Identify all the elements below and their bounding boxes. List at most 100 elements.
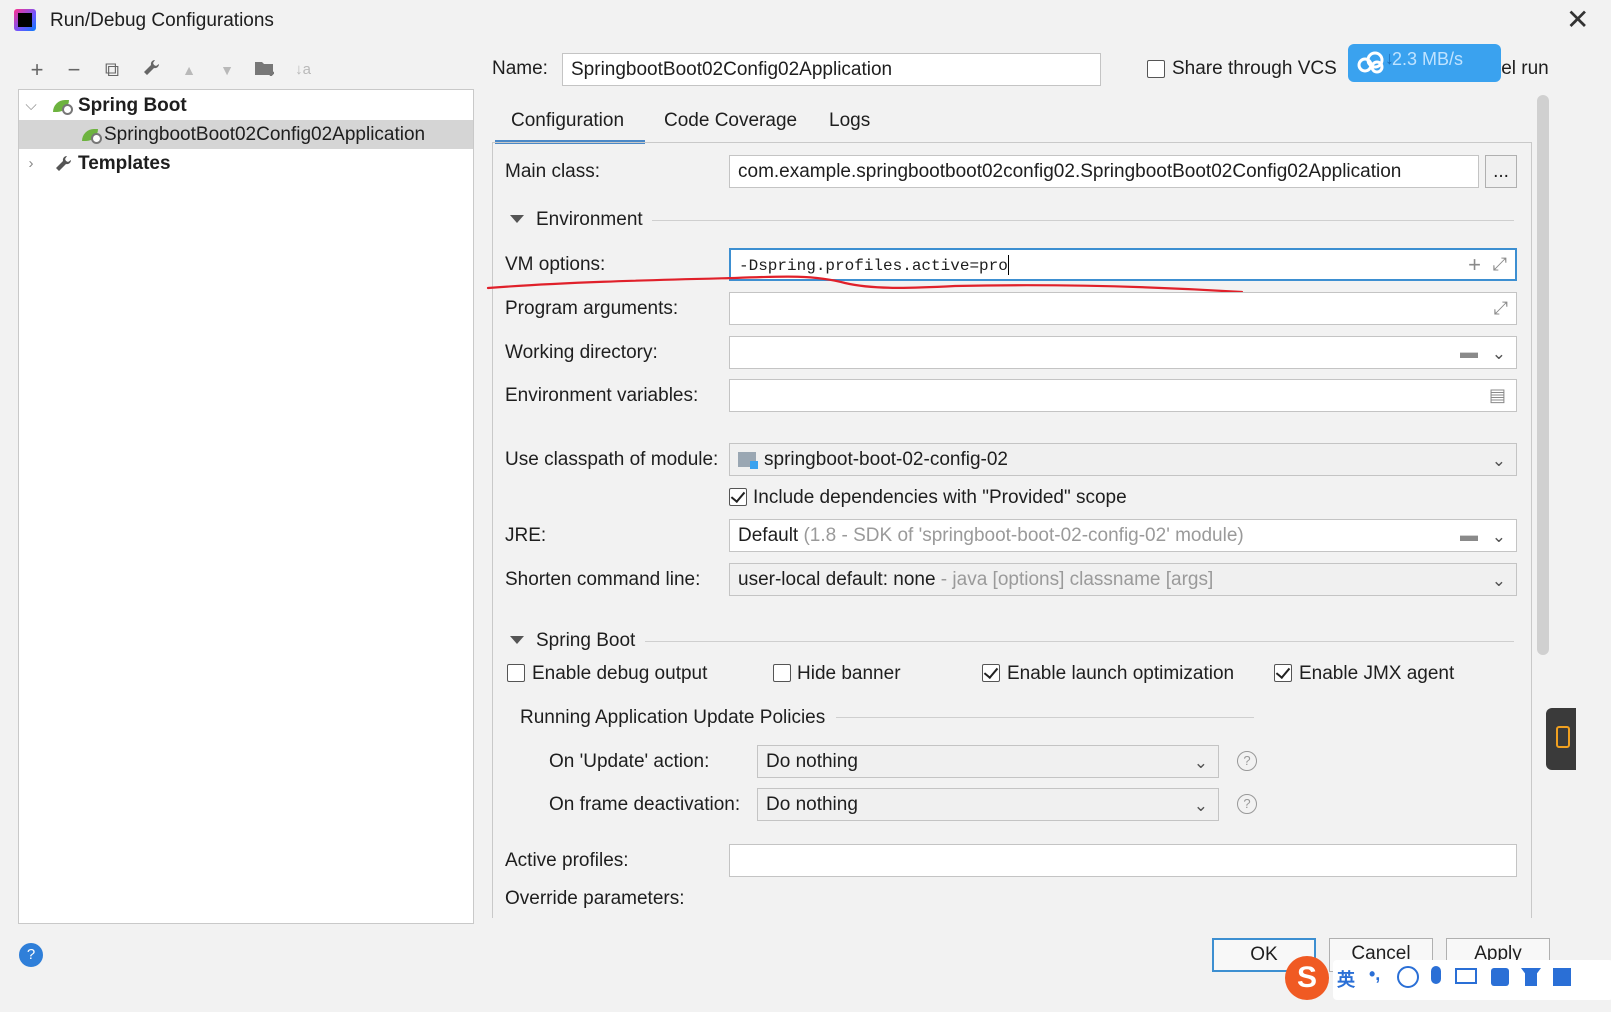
ime-skin-icon	[1521, 968, 1541, 986]
tab-code-coverage[interactable]: Code Coverage	[664, 108, 797, 144]
main-class-label: Main class:	[505, 161, 601, 182]
tree-item-spring-boot[interactable]: ⌵ Spring Boot	[19, 91, 473, 120]
on-update-value: Do nothing	[766, 751, 858, 772]
copy-icon[interactable]: ⧉	[100, 58, 124, 82]
active-profiles-input[interactable]	[729, 844, 1517, 877]
folder-add-icon[interactable]	[253, 58, 277, 82]
jre-value: Default	[738, 525, 799, 546]
remove-icon[interactable]: −	[62, 58, 86, 82]
folder-icon[interactable]: ▬	[1460, 520, 1478, 551]
ime-emoji-icon	[1397, 966, 1419, 988]
wrench-icon[interactable]	[139, 58, 163, 82]
jre-select[interactable]: Default (1.8 - SDK of 'springboot-boot-0…	[729, 519, 1517, 552]
wrench-icon	[53, 154, 75, 174]
collapse-triangle-icon[interactable]	[510, 636, 524, 644]
tab-configuration[interactable]: Configuration	[495, 108, 645, 144]
document-icon[interactable]: ▤	[1489, 380, 1506, 411]
side-floating-widget[interactable]	[1546, 708, 1576, 770]
active-profiles-label: Active profiles:	[505, 850, 629, 871]
section-divider	[645, 641, 1514, 642]
hide-banner-label: Hide banner	[797, 663, 901, 684]
environment-variables-input[interactable]: ▤	[729, 379, 1517, 412]
sogou-logo-icon: S	[1285, 956, 1329, 1000]
download-speed-badge: 2.3 MB/s ↓	[1348, 44, 1501, 82]
shorten-command-line-label: Shorten command line:	[505, 569, 701, 590]
name-input[interactable]: SpringbootBoot02Config02Application	[562, 53, 1101, 86]
shorten-command-line-select[interactable]: user-local default: none - java [options…	[729, 563, 1517, 596]
tree-item-templates[interactable]: › Templates	[19, 149, 473, 178]
configuration-tree[interactable]: ⌵ Spring Boot SpringbootBoot02Config02Ap…	[18, 89, 474, 924]
enable-debug-output-checkbox[interactable]	[507, 664, 525, 682]
classpath-module-select[interactable]: springboot-boot-02-config-02 ⌄	[729, 443, 1517, 476]
working-directory-label: Working directory:	[505, 342, 658, 363]
chevron-down-icon: ⌄	[1193, 796, 1208, 815]
override-parameters-label: Override parameters:	[505, 888, 685, 909]
hide-banner-checkbox[interactable]	[773, 664, 791, 682]
launch-optimization-checkbox[interactable]	[982, 664, 1000, 682]
name-label: Name:	[492, 58, 548, 79]
environment-variables-label: Environment variables:	[505, 385, 699, 406]
tree-item-application[interactable]: SpringbootBoot02Config02Application	[19, 120, 473, 149]
on-update-select[interactable]: Do nothing ⌄	[757, 745, 1219, 778]
ime-keyboard-icon	[1455, 968, 1477, 984]
move-up-icon[interactable]: ▲	[177, 58, 201, 82]
spring-boot-section-label: Spring Boot	[536, 630, 636, 651]
program-arguments-label: Program arguments:	[505, 298, 679, 319]
update-policies-label: Running Application Update Policies	[520, 707, 826, 728]
help-icon[interactable]: ?	[19, 943, 43, 967]
main-class-input[interactable]: com.example.springbootboot02config02.Spr…	[729, 155, 1479, 188]
program-arguments-input[interactable]: ⤢	[729, 292, 1517, 325]
on-update-label: On 'Update' action:	[549, 751, 710, 772]
ime-punct-icon: •,	[1369, 964, 1381, 984]
collapse-triangle-icon[interactable]	[510, 215, 524, 223]
working-directory-input[interactable]: ▬ ⌄	[729, 336, 1517, 369]
help-icon[interactable]: ?	[1237, 751, 1257, 771]
vertical-scrollbar[interactable]	[1537, 95, 1549, 655]
tab-logs[interactable]: Logs	[829, 108, 870, 144]
include-dependencies-checkbox[interactable]	[729, 488, 747, 506]
add-icon[interactable]: +	[1468, 250, 1481, 279]
shorten-hint: - java [options] classname [args]	[940, 569, 1214, 590]
window-title: Run/Debug Configurations	[50, 10, 274, 31]
chevron-down-icon[interactable]: ⌄	[1492, 338, 1506, 368]
chevron-down-icon: ⌄	[1193, 753, 1208, 772]
move-down-icon[interactable]: ▼	[215, 58, 239, 82]
chevron-down-icon[interactable]: ⌵	[24, 91, 38, 120]
expand-icon[interactable]: ⤢	[1493, 250, 1507, 279]
jmx-agent-label: Enable JMX agent	[1299, 663, 1455, 684]
tree-item-label: Templates	[78, 153, 171, 174]
on-frame-deactivation-select[interactable]: Do nothing ⌄	[757, 788, 1219, 821]
ime-toolbar: S 英 •,	[1285, 952, 1611, 1012]
intellij-app-icon	[14, 9, 36, 31]
cloud-icon	[1357, 51, 1384, 74]
browse-main-class-button[interactable]: ...	[1485, 155, 1517, 188]
on-frame-deactivation-label: On frame deactivation:	[549, 794, 741, 815]
classpath-module-label: Use classpath of module:	[505, 449, 719, 470]
share-vcs-label: Share through VCS	[1172, 58, 1337, 79]
chevron-down-icon: ⌄	[1491, 451, 1506, 470]
ime-lang-icon: 英	[1337, 970, 1355, 990]
chevron-right-icon[interactable]: ›	[24, 149, 38, 178]
close-icon[interactable]: ✕	[1566, 6, 1589, 34]
section-divider	[652, 220, 1514, 221]
section-divider	[836, 717, 1254, 718]
title-bar: Run/Debug Configurations ✕	[0, 0, 1611, 44]
spring-boot-icon	[53, 96, 75, 116]
chevron-down-icon: ⌄	[1491, 571, 1506, 590]
expand-icon[interactable]: ⤢	[1494, 293, 1508, 324]
down-arrow-icon: ↓	[1385, 48, 1394, 68]
help-icon[interactable]: ?	[1237, 794, 1257, 814]
download-speed-text: 2.3 MB/s	[1392, 49, 1464, 69]
ime-user-icon	[1491, 968, 1509, 986]
share-vcs-checkbox[interactable]	[1147, 60, 1165, 78]
enable-debug-output-label: Enable debug output	[532, 663, 708, 684]
jmx-agent-checkbox[interactable]	[1274, 664, 1292, 682]
tree-item-label: Spring Boot	[78, 95, 187, 116]
include-dependencies-label: Include dependencies with "Provided" sco…	[753, 487, 1127, 508]
chevron-down-icon[interactable]: ⌄	[1492, 521, 1506, 551]
module-icon	[738, 452, 758, 470]
sort-icon[interactable]: ↓a	[291, 58, 315, 82]
tree-item-label: SpringbootBoot02Config02Application	[104, 124, 426, 145]
add-icon[interactable]: +	[25, 58, 49, 82]
folder-icon[interactable]: ▬	[1460, 337, 1478, 368]
